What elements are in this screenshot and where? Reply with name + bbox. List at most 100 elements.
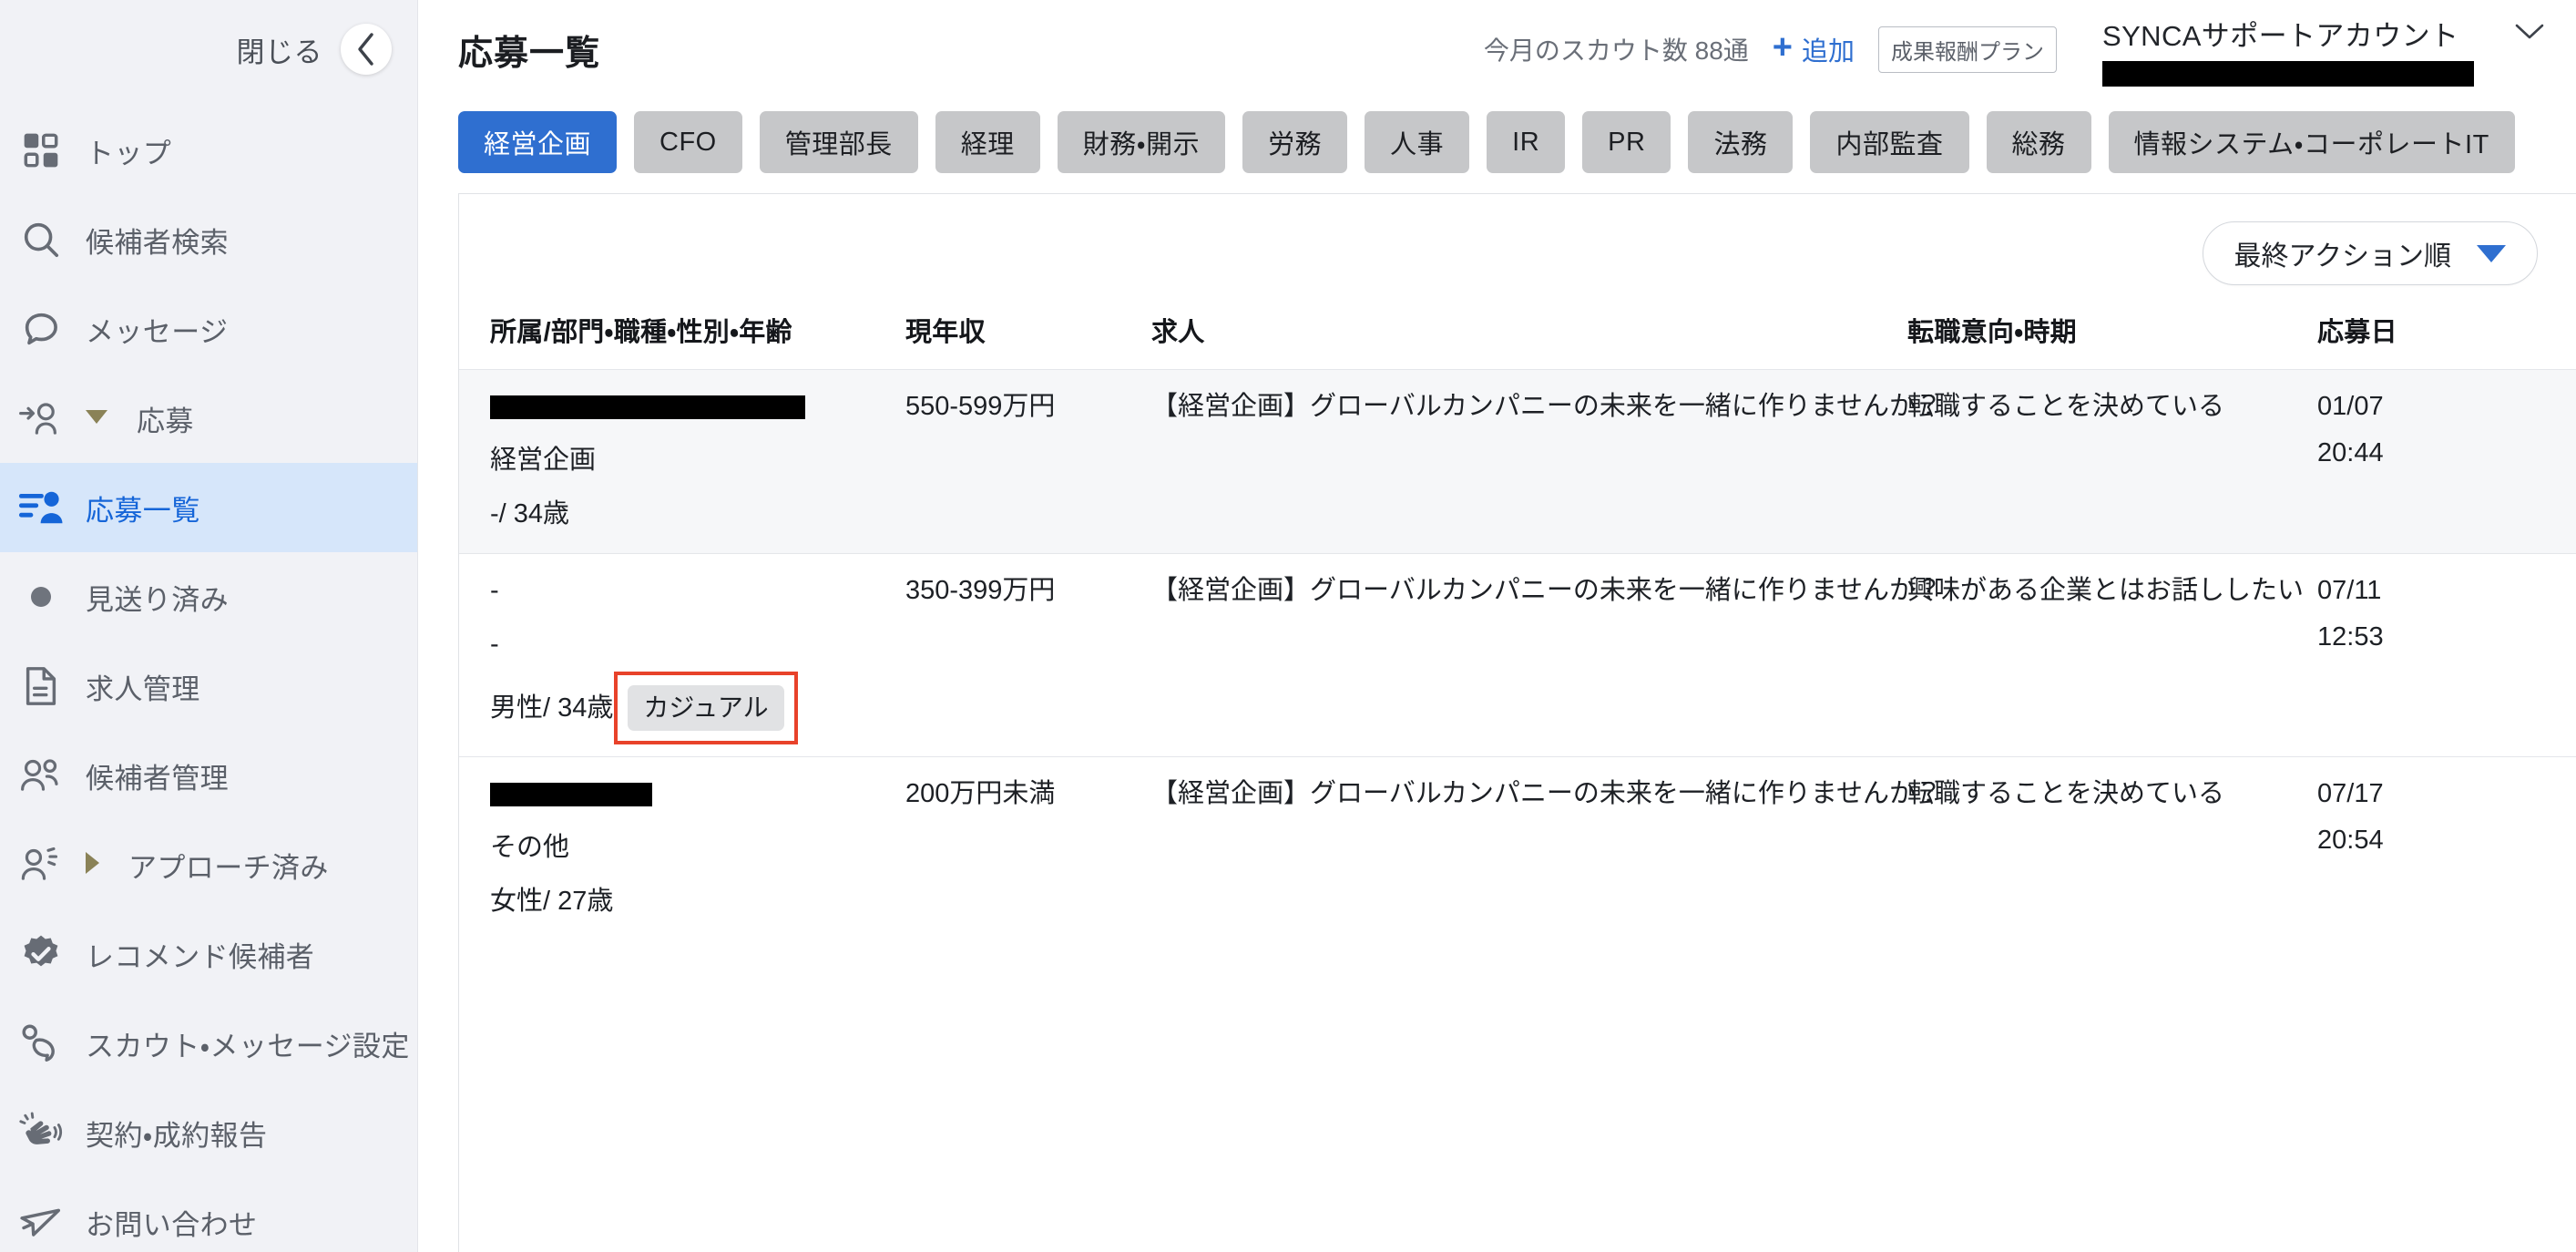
sidebar-group-approached[interactable]: アプローチ済み <box>0 820 417 909</box>
paper-plane-icon <box>16 1197 66 1247</box>
tab-ir[interactable]: IR <box>1487 111 1566 173</box>
cell-affiliation: - - 男性/ 34歳 カジュアル <box>459 553 905 757</box>
company-redacted-bar <box>490 781 905 807</box>
chevron-right-icon <box>86 852 99 874</box>
cell-intent: 転職することを決めている <box>1907 756 2317 940</box>
sidebar-item-candidate-management[interactable]: 候補者管理 <box>0 731 417 820</box>
applicants-table: 所属/部門・職種・性別・年齢 現年収 求人 転職意向・時期 応募日 経営企画 -… <box>459 302 2576 940</box>
table-header: 所属/部門・職種・性別・年齢 現年収 求人 転職意向・時期 応募日 <box>459 302 2576 370</box>
sidebar-item-declined[interactable]: 見送り済み <box>0 552 417 641</box>
tab-keiei-kikaku[interactable]: 経営企画 <box>458 111 618 173</box>
applicant-list-icon <box>16 483 66 532</box>
scout-settings-icon <box>16 1019 66 1068</box>
tab-houmu[interactable]: 法務 <box>1688 111 1794 173</box>
plus-icon: + <box>1772 28 1793 67</box>
sidebar-item-label: お問い合わせ <box>86 1208 258 1241</box>
apply-time: 20:54 <box>2317 826 2384 855</box>
department-text: - <box>490 630 499 659</box>
sidebar-item-label: レコメンド候補者 <box>86 940 315 973</box>
casual-badge[interactable]: カジュアル <box>628 685 784 731</box>
apply-time: 12:53 <box>2317 622 2384 652</box>
table-row[interactable]: その他 女性/ 27歳 200万円未満 【経営企画】グローバルカンパニーの未来を… <box>459 756 2576 940</box>
cell-apply-date: 07/11 12:53 <box>2317 553 2572 757</box>
cell-spacer <box>2572 369 2576 554</box>
apply-date: 07/17 <box>2317 779 2384 808</box>
sidebar-item-job-management[interactable]: 求人管理 <box>0 641 417 731</box>
tab-zaimu-kaiji[interactable]: 財務・開示 <box>1057 111 1226 173</box>
account-redacted-bar <box>2102 60 2474 87</box>
tab-soumu[interactable]: 総務 <box>1986 111 2091 173</box>
sidebar-item-top[interactable]: トップ <box>0 106 417 195</box>
cell-apply-date: 07/17 20:54 <box>2317 756 2572 940</box>
cell-job[interactable]: 【経営企画】グローバルカンパニーの未来を一緒に作りませんか？ <box>1151 756 1942 940</box>
column-header-job: 求人 <box>1151 318 1205 347</box>
cell-intent: 興味がある企業とはお話ししたい <box>1907 553 2317 757</box>
cell-salary: 200万円未満 <box>905 756 1151 940</box>
cell-job[interactable]: 【経営企画】グローバルカンパニーの未来を一緒に作りませんか？ <box>1151 369 1942 554</box>
cell-job[interactable]: 【経営企画】グローバルカンパニーの未来を一緒に作りませんか？ <box>1151 553 1942 757</box>
tab-cfo[interactable]: CFO <box>634 111 742 173</box>
scout-count-text: 今月のスカウト数 88通 <box>1483 36 1749 65</box>
chevron-down-icon[interactable] <box>2514 22 2545 46</box>
gender-age-row: -/ 34歳 <box>490 501 905 528</box>
tab-pr[interactable]: PR <box>1582 111 1671 173</box>
sort-row: 最終アクション順 <box>459 194 2576 302</box>
top-bar: 応募一覧 今月のスカウト数 88通 + 追加 成果報酬プラン SYNCAサポート… <box>418 0 2576 98</box>
table-body: 経営企画 -/ 34歳 550-599万円 【経営企画】グローバルカンパニーの未… <box>459 369 2576 940</box>
sidebar-collapse-button[interactable] <box>341 24 392 75</box>
tab-kanribucho[interactable]: 管理部長 <box>759 111 918 173</box>
column-header-affiliation: 所属/部門・職種・性別・年齢 <box>490 318 792 347</box>
sidebar: 閉じる トップ 候補者検索 メッセージ 応募 応募一覧 見送り済み 求人管理 候… <box>0 0 418 1252</box>
tab-jinji[interactable]: 人事 <box>1365 111 1470 173</box>
add-scout-label: 追加 <box>1801 37 1855 67</box>
user-plus-icon <box>16 840 66 889</box>
sort-dropdown[interactable]: 最終アクション順 <box>2202 221 2538 285</box>
chat-bubble-icon <box>16 304 66 354</box>
chevron-left-icon <box>354 31 378 67</box>
cell-apply-date: 01/07 20:44 <box>2317 369 2572 554</box>
document-icon <box>16 662 66 711</box>
sort-dropdown-label: 最終アクション順 <box>2234 241 2452 272</box>
cell-salary: 550-599万円 <box>905 369 1151 554</box>
sidebar-item-label: アプローチ済み <box>128 851 329 884</box>
apply-date: 01/07 <box>2317 392 2384 421</box>
gender-age-text: 女性/ 27歳 <box>490 887 614 916</box>
tab-keiri[interactable]: 経理 <box>935 111 1040 173</box>
top-bar-right: 今月のスカウト数 88通 + 追加 成果報酬プラン SYNCAサポートアカウント <box>1484 13 2545 87</box>
sidebar-item-messages[interactable]: メッセージ <box>0 284 417 374</box>
plan-badge: 成果報酬プラン <box>1878 26 2057 73</box>
sidebar-item-application-list[interactable]: 応募一覧 <box>0 463 417 552</box>
sidebar-item-recommended-candidates[interactable]: レコメンド候補者 <box>0 909 417 999</box>
dot-icon <box>16 572 66 621</box>
badge-check-icon <box>16 929 66 979</box>
apply-date: 07/11 <box>2317 576 2382 605</box>
sidebar-group-applications[interactable]: 応募 <box>0 374 417 463</box>
clap-icon <box>16 1108 66 1157</box>
table-row[interactable]: 経営企画 -/ 34歳 550-599万円 【経営企画】グローバルカンパニーの未… <box>459 369 2576 554</box>
table-row[interactable]: - - 男性/ 34歳 カジュアル 350-399万円 【経営企画】グローバルカ… <box>459 553 2576 757</box>
tab-roumu[interactable]: 労務 <box>1242 111 1348 173</box>
tab-joho-system[interactable]: 情報システム・コーポレートIT <box>2108 111 2515 173</box>
chevron-down-icon <box>86 409 107 424</box>
sidebar-close-label: 閉じる <box>236 36 322 68</box>
gender-age-text: -/ 34歳 <box>490 499 570 529</box>
sidebar-item-label: 契約・成約報告 <box>86 1119 268 1152</box>
cell-salary: 350-399万円 <box>905 553 1151 757</box>
column-header-apply-date: 応募日 <box>2317 318 2397 347</box>
sidebar-item-contact[interactable]: お問い合わせ <box>0 1177 417 1252</box>
add-scout-button[interactable]: + 追加 <box>1773 30 1855 68</box>
column-header-salary: 現年収 <box>905 318 986 347</box>
sidebar-item-scout-message-settings[interactable]: スカウト・メッセージ設定 <box>0 999 417 1088</box>
account-menu[interactable]: SYNCAサポートアカウント <box>2102 13 2474 87</box>
sidebar-item-contract-report[interactable]: 契約・成約報告 <box>0 1088 417 1177</box>
sidebar-header: 閉じる <box>0 0 417 98</box>
sidebar-item-label: 見送り済み <box>86 583 229 616</box>
cell-spacer <box>2572 553 2576 757</box>
tab-naibukansa[interactable]: 内部監査 <box>1810 111 1969 173</box>
category-tabs: 経営企画 CFO 管理部長 経理 財務・開示 労務 人事 IR PR 法務 内部… <box>418 98 2576 193</box>
cell-affiliation: その他 女性/ 27歳 <box>459 756 905 940</box>
department-text: その他 <box>490 833 570 862</box>
sidebar-item-label: トップ <box>86 137 172 169</box>
sidebar-item-candidate-search[interactable]: 候補者検索 <box>0 195 417 284</box>
company-text: - <box>490 576 499 605</box>
